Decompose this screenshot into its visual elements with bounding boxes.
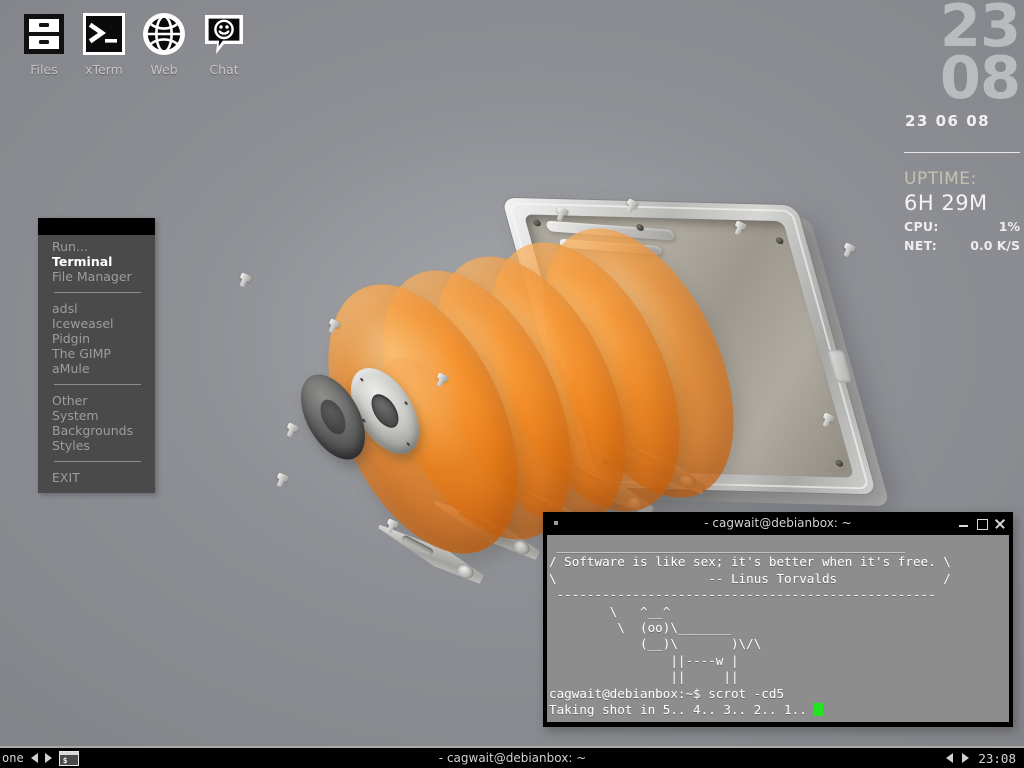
floating-screw <box>284 422 300 438</box>
smiley-speech-bubble-icon <box>198 8 250 60</box>
terminal-window[interactable]: - cagwait@debianbox: ~ _________________… <box>543 512 1013 727</box>
floating-screw <box>841 242 857 258</box>
menu-item-file-manager[interactable]: File Manager <box>38 269 155 284</box>
maximize-icon[interactable] <box>976 518 988 530</box>
root-menu-titlebar <box>38 218 155 235</box>
terminal-output: ________________________________________… <box>549 538 1009 718</box>
menu-item-system[interactable]: System <box>38 408 155 423</box>
workspace-name: one <box>2 751 24 765</box>
terminal-prompt-icon <box>78 8 130 60</box>
clock-date: 23 06 08 <box>905 112 991 130</box>
taskbar-left-group: one $ <box>0 750 79 766</box>
terminal-title: - cagwait@debianbox: ~ <box>704 516 852 530</box>
menu-item-the-gimp[interactable]: The GIMP <box>38 346 155 361</box>
terminal-status-line: Taking shot in 5.. 4.. 3.. 2.. 1.. <box>549 702 815 718</box>
cpu-value: 1% <box>998 219 1020 234</box>
next-window-icon[interactable] <box>962 753 970 763</box>
menu-item-amule[interactable]: aMule <box>38 361 155 376</box>
menu-item-adsl[interactable]: adsl <box>38 301 155 316</box>
menu-item-backgrounds[interactable]: Backgrounds <box>38 423 155 438</box>
root-menu[interactable]: Run... Terminal File Manager adsl Icewea… <box>38 218 155 493</box>
menu-separator <box>54 292 141 293</box>
dock-label-chat: Chat <box>209 62 239 77</box>
menu-item-terminal[interactable]: Terminal <box>38 254 155 269</box>
desktop-screen: Files xTerm Web Chat Run... Terminal Fil… <box>0 0 1024 768</box>
net-label: NET: <box>904 238 938 253</box>
cpu-label: CPU: <box>904 219 939 234</box>
terminal-window-icon[interactable]: $ <box>58 750 79 766</box>
window-controls <box>958 514 1005 533</box>
clock-minutes: 08 <box>939 43 1021 112</box>
menu-item-run[interactable]: Run... <box>38 239 155 254</box>
taskbar-clock: 23:08 <box>978 750 1016 766</box>
dock-item-web[interactable]: Web <box>134 8 194 77</box>
floating-screw <box>274 472 290 488</box>
taskbar-right-group: 23:08 <box>946 751 1024 766</box>
prev-workspace-icon[interactable] <box>30 753 38 763</box>
menu-item-iceweasel[interactable]: Iceweasel <box>38 316 155 331</box>
terminal-cowsay-block: ________________________________________… <box>549 538 951 685</box>
globe-icon <box>138 8 190 60</box>
dock-item-xterm[interactable]: xTerm <box>74 8 134 77</box>
close-icon[interactable] <box>994 518 1005 529</box>
file-cabinet-icon <box>18 8 70 60</box>
dock-label-files: Files <box>30 62 58 77</box>
terminal-titlebar[interactable]: - cagwait@debianbox: ~ <box>545 514 1011 533</box>
taskbar: one $ - cagwait@debianbox: ~ 23:08 <box>0 746 1024 768</box>
menu-item-styles[interactable]: Styles <box>38 438 155 453</box>
terminal-prompt-line: cagwait@debianbox:~$ scrot -cd5 <box>549 685 785 701</box>
dock-label-xterm: xTerm <box>85 62 123 77</box>
prev-window-icon[interactable] <box>946 753 954 763</box>
panel-divider <box>904 152 1020 153</box>
dock-label-web: Web <box>150 62 178 77</box>
uptime-value: 6H 29M <box>904 191 988 215</box>
dock-item-chat[interactable]: Chat <box>194 8 254 77</box>
next-workspace-icon[interactable] <box>44 753 52 763</box>
menu-item-exit[interactable]: EXIT <box>38 470 155 485</box>
cpu-stat-row: CPU: 1% <box>904 219 1024 234</box>
terminal-body[interactable]: ________________________________________… <box>547 535 1009 722</box>
system-monitor-panel: 23 08 23 06 08 UPTIME: 6H 29M CPU: 1% NE… <box>904 0 1024 300</box>
terminal-cursor <box>814 703 824 717</box>
window-menu-dot-icon[interactable] <box>554 521 558 525</box>
net-value: 0.0 K/S <box>970 238 1020 253</box>
uptime-label: UPTIME: <box>904 169 977 189</box>
menu-separator <box>54 384 141 385</box>
net-stat-row: NET: 0.0 K/S <box>904 238 1024 253</box>
minimize-icon[interactable] <box>958 518 969 529</box>
menu-item-other[interactable]: Other <box>38 393 155 408</box>
menu-item-pidgin[interactable]: Pidgin <box>38 331 155 346</box>
dock-item-files[interactable]: Files <box>14 8 74 77</box>
floating-screw <box>237 272 253 288</box>
active-window-title[interactable]: - cagwait@debianbox: ~ <box>79 751 947 765</box>
menu-separator <box>54 461 141 462</box>
root-menu-body: Run... Terminal File Manager adsl Icewea… <box>38 235 155 493</box>
